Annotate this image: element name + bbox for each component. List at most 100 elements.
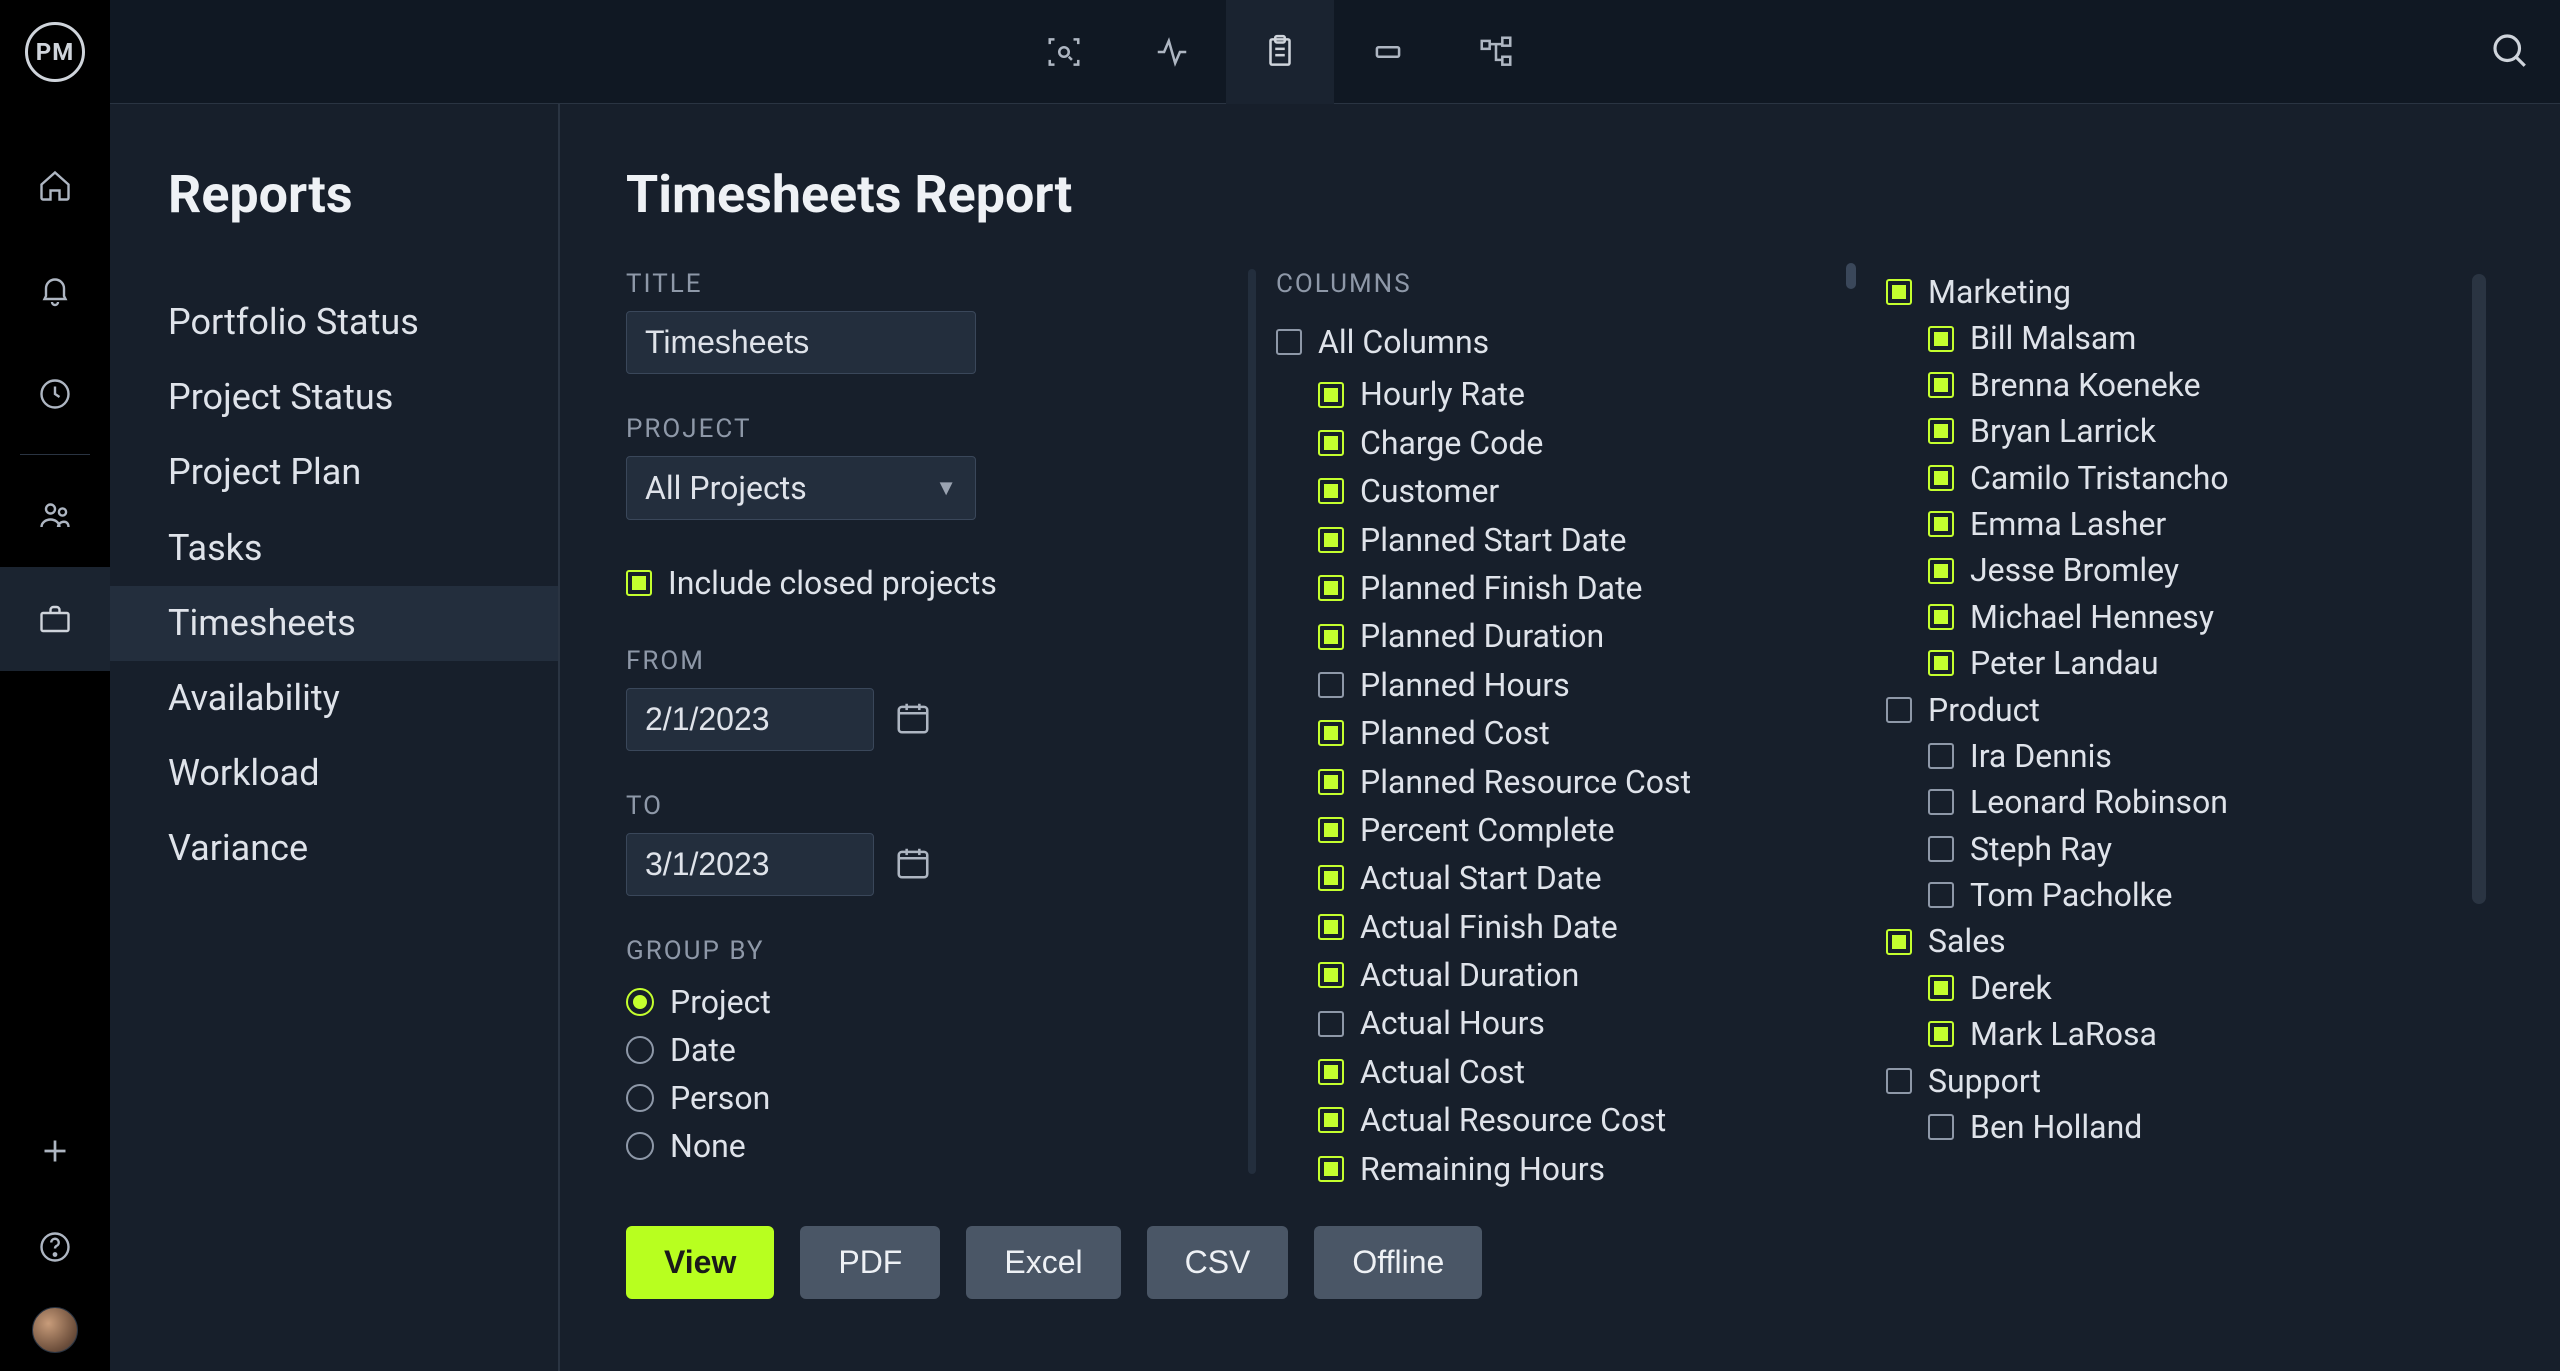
- column-checkbox[interactable]: Charge Code: [1318, 420, 1836, 466]
- column-label: Planned Finish Date: [1360, 565, 1643, 611]
- help-icon[interactable]: [0, 1199, 110, 1295]
- sidebar-item[interactable]: Workload: [168, 736, 558, 811]
- checkbox-icon: [1318, 430, 1344, 456]
- calendar-icon[interactable]: [894, 699, 932, 741]
- column-checkbox[interactable]: Customer: [1318, 468, 1836, 514]
- clipboard-icon[interactable]: [1226, 0, 1334, 104]
- member-checkbox[interactable]: Brenna Koeneke: [1928, 362, 2446, 408]
- member-checkbox[interactable]: Leonard Robinson: [1928, 779, 2446, 825]
- member-checkbox[interactable]: Jesse Bromley: [1928, 547, 2446, 593]
- scrollbar[interactable]: [1846, 263, 1856, 289]
- export-buttons: View PDF Excel CSV Offline: [626, 1226, 1226, 1299]
- column-checkbox[interactable]: Hourly Rate: [1318, 371, 1836, 417]
- excel-button[interactable]: Excel: [966, 1226, 1120, 1299]
- groupby-radio[interactable]: None: [626, 1122, 1226, 1170]
- scan-icon[interactable]: [1010, 0, 1118, 104]
- include-closed-checkbox[interactable]: Include closed projects: [626, 560, 1226, 606]
- groupby-radio[interactable]: Date: [626, 1026, 1226, 1074]
- member-label: Bryan Larrick: [1970, 408, 2156, 454]
- sidebar-item[interactable]: Timesheets: [110, 586, 558, 661]
- sidebar-item[interactable]: Variance: [168, 811, 558, 886]
- add-icon[interactable]: [0, 1103, 110, 1199]
- team-checkbox[interactable]: Product: [1886, 687, 2446, 733]
- team-icon[interactable]: [0, 463, 110, 567]
- column-checkbox[interactable]: Planned Cost: [1318, 710, 1836, 756]
- column-checkbox[interactable]: Planned Duration: [1318, 613, 1836, 659]
- logo-badge: PM: [25, 22, 85, 82]
- radio-label: None: [670, 1122, 746, 1170]
- home-icon[interactable]: [0, 134, 110, 238]
- checkbox-icon: [1928, 650, 1954, 676]
- clock-icon[interactable]: [0, 342, 110, 446]
- column-label: Hourly Rate: [1360, 371, 1525, 417]
- avatar[interactable]: [32, 1307, 78, 1353]
- column-label: Planned Cost: [1360, 710, 1550, 756]
- member-checkbox[interactable]: Camilo Tristancho: [1928, 455, 2446, 501]
- csv-button[interactable]: CSV: [1147, 1226, 1289, 1299]
- card-icon[interactable]: [1334, 0, 1442, 104]
- radio-icon: [626, 1132, 654, 1160]
- column-checkbox[interactable]: Actual Resource Cost: [1318, 1097, 1836, 1143]
- checkbox-icon: [1928, 511, 1954, 537]
- column-checkbox[interactable]: Planned Resource Cost: [1318, 759, 1836, 805]
- sidebar-item[interactable]: Project Status: [168, 360, 558, 435]
- from-date-input[interactable]: [626, 688, 874, 751]
- column-checkbox[interactable]: Planned Finish Date: [1318, 565, 1836, 611]
- column-label: Customer: [1360, 468, 1499, 514]
- checkbox-icon: [1318, 1059, 1344, 1085]
- column-checkbox[interactable]: Actual Duration: [1318, 952, 1836, 998]
- column-label: Actual Hours: [1360, 1000, 1545, 1046]
- sidebar-item[interactable]: Project Plan: [168, 435, 558, 510]
- logo[interactable]: PM: [0, 0, 110, 104]
- column-checkbox[interactable]: Actual Cost: [1318, 1049, 1836, 1095]
- member-checkbox[interactable]: Bill Malsam: [1928, 315, 2446, 361]
- checkbox-icon: [1318, 914, 1344, 940]
- search-icon[interactable]: [2488, 29, 2530, 75]
- checkbox-icon: [1928, 1021, 1954, 1047]
- checkbox-icon: [1928, 418, 1954, 444]
- column-checkbox[interactable]: Remaining Hours: [1318, 1146, 1836, 1192]
- column-checkbox[interactable]: Planned Hours: [1318, 662, 1836, 708]
- all-columns-checkbox[interactable]: All Columns: [1276, 319, 1836, 365]
- column-checkbox[interactable]: Actual Hours: [1318, 1000, 1836, 1046]
- checkbox-icon: [1928, 789, 1954, 815]
- member-checkbox[interactable]: Derek: [1928, 965, 2446, 1011]
- sidebar-item[interactable]: Tasks: [168, 511, 558, 586]
- column-checkbox[interactable]: Planned Start Date: [1318, 517, 1836, 563]
- to-date-input[interactable]: [626, 833, 874, 896]
- member-checkbox[interactable]: Steph Ray: [1928, 826, 2446, 872]
- column-checkbox[interactable]: Percent Complete: [1318, 807, 1836, 853]
- groupby-radio[interactable]: Person: [626, 1074, 1226, 1122]
- activity-icon[interactable]: [1118, 0, 1226, 104]
- member-checkbox[interactable]: Tom Pacholke: [1928, 872, 2446, 918]
- main-panel: Timesheets Report TITLE PROJECT All Proj…: [560, 104, 2560, 1371]
- bell-icon[interactable]: [0, 238, 110, 342]
- pdf-button[interactable]: PDF: [800, 1226, 940, 1299]
- sidebar-item[interactable]: Availability: [168, 661, 558, 736]
- team-label: Product: [1928, 687, 2040, 733]
- flow-icon[interactable]: [1442, 0, 1550, 104]
- member-checkbox[interactable]: Michael Hennesy: [1928, 594, 2446, 640]
- member-checkbox[interactable]: Peter Landau: [1928, 640, 2446, 686]
- member-checkbox[interactable]: Ben Holland: [1928, 1104, 2446, 1150]
- team-checkbox[interactable]: Support: [1886, 1058, 2446, 1104]
- team-checkbox[interactable]: Marketing: [1886, 269, 2446, 315]
- member-checkbox[interactable]: Emma Lasher: [1928, 501, 2446, 547]
- column-checkbox[interactable]: Actual Start Date: [1318, 855, 1836, 901]
- title-input[interactable]: [626, 311, 976, 374]
- page-title: Timesheets Report: [626, 164, 2560, 225]
- team-checkbox[interactable]: Sales: [1886, 918, 2446, 964]
- scrollbar[interactable]: [2472, 274, 2486, 904]
- member-label: Derek: [1970, 965, 2052, 1011]
- member-checkbox[interactable]: Ira Dennis: [1928, 733, 2446, 779]
- calendar-icon[interactable]: [894, 844, 932, 886]
- project-select[interactable]: All Projects ▼: [626, 456, 976, 520]
- groupby-radio[interactable]: Project: [626, 978, 1226, 1026]
- view-button[interactable]: View: [626, 1226, 774, 1299]
- briefcase-icon[interactable]: [0, 567, 110, 671]
- member-checkbox[interactable]: Mark LaRosa: [1928, 1011, 2446, 1057]
- column-checkbox[interactable]: Actual Finish Date: [1318, 904, 1836, 950]
- checkbox-icon: [1276, 329, 1302, 355]
- member-checkbox[interactable]: Bryan Larrick: [1928, 408, 2446, 454]
- sidebar-item[interactable]: Portfolio Status: [168, 285, 558, 360]
